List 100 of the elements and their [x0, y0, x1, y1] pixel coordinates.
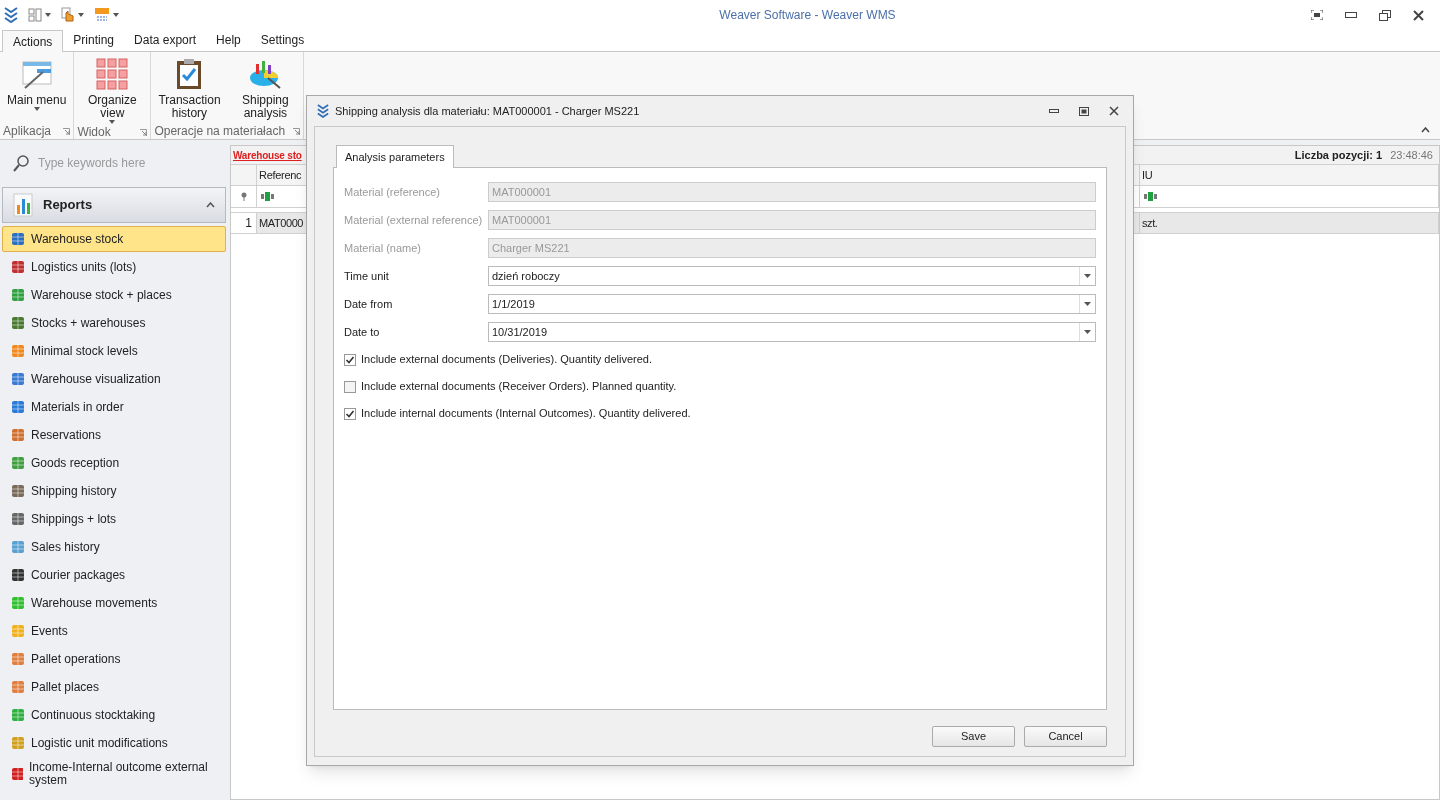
text-filter-icon[interactable]: [1144, 192, 1158, 201]
close-icon[interactable]: [1413, 9, 1424, 21]
report-icon: [11, 652, 25, 666]
dialog-launcher-icon[interactable]: [293, 127, 301, 135]
report-icon: [11, 624, 25, 638]
report-icon: [11, 568, 25, 582]
section-header[interactable]: Reports: [2, 187, 226, 223]
sidebar-item[interactable]: Logistic unit modifications: [2, 730, 226, 756]
sidebar-item[interactable]: Warehouse stock + places: [2, 282, 226, 308]
sidebar-item[interactable]: Shippings + lots: [2, 506, 226, 532]
item-count: Liczba pozycji: 1: [1294, 147, 1383, 163]
caret-icon: [1084, 330, 1091, 334]
pie-chart-icon: [248, 58, 283, 90]
report-icon: [11, 456, 25, 470]
group-label: Widok: [77, 124, 111, 141]
maximize-icon[interactable]: [1079, 106, 1089, 116]
fullscreen-icon[interactable]: [1311, 10, 1323, 20]
report-icon: [11, 400, 25, 414]
column-header[interactable]: IU: [1140, 165, 1439, 185]
report-icon: [11, 680, 25, 694]
sidebar-item[interactable]: Reservations: [2, 422, 226, 448]
report-icon: [11, 260, 25, 274]
caret-icon: [1084, 274, 1091, 278]
restore-icon[interactable]: [1379, 9, 1391, 21]
ribbon-button[interactable]: Organize view: [77, 56, 148, 124]
dialog-title: Shipping analysis dla materiału: MAT000001 - Charger MS221: [335, 103, 641, 119]
sidebar-item[interactable]: Logistics units (lots): [2, 254, 226, 280]
hand-icon[interactable]: [61, 7, 84, 23]
window-title: Weaver Software - Weaver WMS: [718, 7, 897, 24]
sidebar-item[interactable]: Pallet operations: [2, 646, 226, 672]
minimize-icon[interactable]: [1345, 12, 1357, 18]
ribbon-tab[interactable]: Data export: [124, 29, 207, 51]
dropdown-field[interactable]: dzień roboczy: [488, 266, 1096, 286]
field-label: Time unit: [344, 268, 390, 284]
dropdown-field[interactable]: 1/1/2019: [488, 294, 1096, 314]
report-icon: [11, 484, 25, 498]
ribbon-tab[interactable]: Help: [206, 29, 251, 51]
checkbox[interactable]: [344, 380, 356, 393]
sidebar-item[interactable]: Goods reception: [2, 450, 226, 476]
dialog-tab[interactable]: Analysis parameters: [336, 145, 454, 168]
dialog-launcher-icon[interactable]: [140, 128, 148, 136]
ribbon-tab[interactable]: Settings: [250, 29, 315, 51]
report-icon: [11, 372, 25, 386]
sidebar-item[interactable]: Shipping history: [2, 478, 226, 504]
field-label: Date from: [344, 296, 394, 312]
field-label: Material (reference): [344, 184, 441, 200]
ribbon-button[interactable]: Shipping analysis: [230, 56, 301, 123]
dropdown-field[interactable]: 10/31/2019: [488, 322, 1096, 342]
search-icon: [12, 154, 30, 172]
sidebar-item[interactable]: Income-Internal outcome external system: [2, 758, 226, 790]
clipboard-check-icon: [175, 58, 204, 90]
checkbox-label: Include external documents (Receiver Orders). Planned quantity.: [361, 379, 677, 395]
sidebar-item[interactable]: Pallet places: [2, 674, 226, 700]
group-label: Aplikacja: [3, 123, 52, 140]
minimize-icon[interactable]: [1049, 109, 1059, 113]
text-filter-icon[interactable]: [261, 192, 275, 201]
report-icon: [11, 767, 23, 781]
collapse-ribbon-icon[interactable]: [1421, 127, 1430, 133]
sidebar-item[interactable]: Courier packages: [2, 562, 226, 588]
report-icon: [11, 232, 25, 246]
dialog-launcher-icon[interactable]: [63, 127, 71, 135]
ribbon-button[interactable]: Main menu: [3, 56, 71, 123]
report-icon: [11, 428, 25, 442]
logo-icon: [317, 104, 329, 118]
row-number: 1: [231, 213, 257, 233]
layout-icon[interactable]: [28, 8, 51, 22]
search-field[interactable]: Type keywords here: [38, 154, 208, 172]
sidebar-item[interactable]: Warehouse visualization: [2, 366, 226, 392]
grid-title[interactable]: Warehouse sto: [233, 147, 302, 163]
time-label: 23:48:46: [1390, 147, 1433, 163]
sidebar-item[interactable]: Minimal stock levels: [2, 338, 226, 364]
dialog-button[interactable]: Cancel: [1024, 726, 1107, 747]
report-icon: [11, 512, 25, 526]
field-label: Material (name): [344, 240, 423, 256]
sidebar-item[interactable]: Stocks + warehouses: [2, 310, 226, 336]
field-label: Material (external reference): [344, 212, 484, 228]
checkbox-label: Include external documents (Deliveries). Quantity delivered.: [361, 352, 653, 368]
sidebar-item[interactable]: Continuous stocktaking: [2, 702, 226, 728]
report-icon: [11, 316, 25, 330]
report-icon: [11, 708, 25, 722]
field-label: Date to: [344, 324, 381, 340]
sidebar-item[interactable]: Sales history: [2, 534, 226, 560]
ribbon-tab[interactable]: Printing: [63, 29, 125, 51]
checkbox[interactable]: [344, 353, 356, 366]
ribbon-button[interactable]: Transaction history: [154, 56, 225, 123]
sidebar-item[interactable]: Materials in order: [2, 394, 226, 420]
dialog-button[interactable]: Save: [932, 726, 1015, 747]
close-icon[interactable]: [1109, 106, 1119, 116]
checkbox[interactable]: [344, 407, 356, 420]
report-icon: [11, 288, 25, 302]
report-chart-icon: [13, 193, 35, 217]
report-icon: [11, 736, 25, 750]
table-cell: szt.: [1140, 213, 1439, 233]
sidebar-item[interactable]: Events: [2, 618, 226, 644]
ribbon-tab[interactable]: Actions: [2, 30, 64, 52]
pin-icon: [240, 192, 247, 201]
report-icon: [11, 540, 25, 554]
sidebar-item[interactable]: Warehouse movements: [2, 590, 226, 616]
caret-icon: [1084, 302, 1091, 306]
sidebar-item[interactable]: Warehouse stock: [2, 226, 226, 252]
